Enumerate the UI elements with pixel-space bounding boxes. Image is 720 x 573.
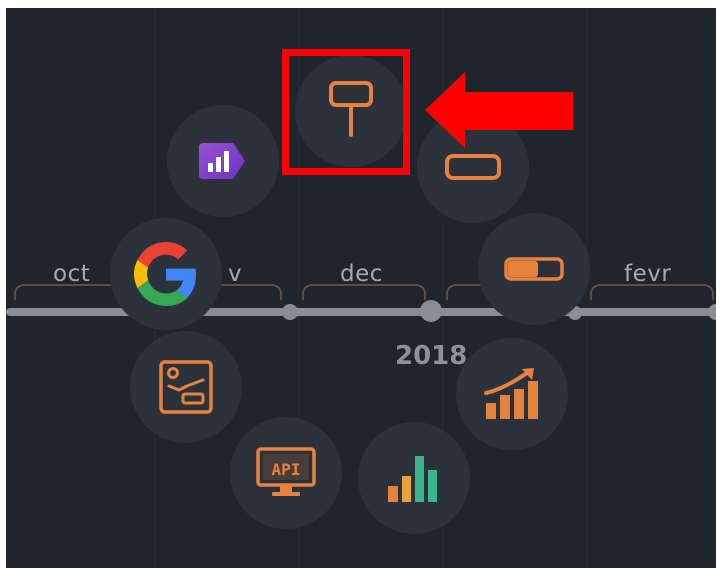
bar-chart-badge-icon <box>199 143 245 179</box>
month-label-fevr: fevr <box>624 261 672 287</box>
bar-chart-tool-button[interactable] <box>358 422 470 534</box>
google-tool-button[interactable] <box>110 218 222 330</box>
highlight-box <box>282 49 410 175</box>
year-label: 2018 <box>395 341 468 371</box>
month-label-dec: dec <box>340 261 383 287</box>
bar-chart-badge-tool-button[interactable] <box>167 105 279 217</box>
toggle-switch-icon <box>504 257 564 281</box>
rectangle-shape-icon <box>445 154 501 180</box>
google-logo-icon <box>134 242 196 306</box>
chart-rule-icon <box>159 360 213 414</box>
api-label: API <box>272 460 301 479</box>
api-tool-button[interactable]: API <box>230 417 342 529</box>
api-monitor-icon: API <box>256 447 316 496</box>
pointer-arrow-icon <box>425 72 573 148</box>
timeline-tick[interactable] <box>708 304 716 320</box>
timeline-tick[interactable] <box>282 304 298 320</box>
growth-chart-tool-button[interactable] <box>456 338 568 450</box>
month-label-nov: v <box>228 261 243 287</box>
chart-rule-tool-button[interactable] <box>130 331 242 443</box>
growth-chart-icon <box>484 368 538 419</box>
bar-chart-icon <box>388 456 437 502</box>
timeline-tick-current[interactable] <box>420 300 442 322</box>
month-label-oct: oct <box>53 261 91 287</box>
toggle-switch-tool-button[interactable] <box>478 213 590 325</box>
timeline-axis <box>6 308 716 316</box>
